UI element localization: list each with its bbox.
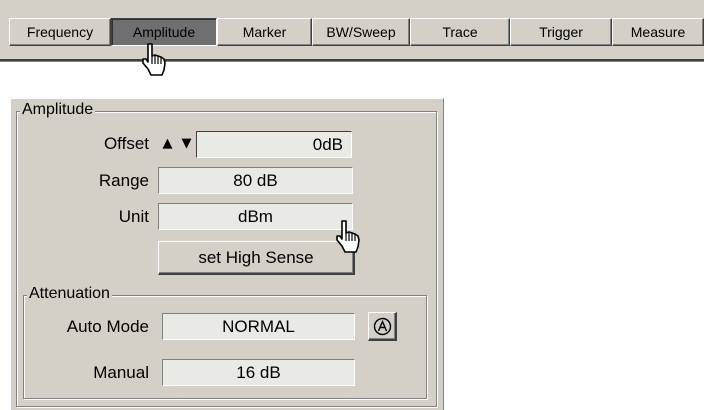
offset-field[interactable]: 0dB [196,131,352,158]
amplitude-panel: Amplitude Offset ▲ ▼ 0dB Range 80 dB Uni… [10,98,444,410]
auto-mode-field[interactable]: NORMAL [162,313,355,340]
tab-bar: Frequency Amplitude Marker BW/Sweep Trac… [0,0,704,62]
range-field[interactable]: 80 dB [158,167,353,194]
range-label: Range [98,171,149,190]
tab-marker[interactable]: Marker [217,18,312,46]
tab-frequency[interactable]: Frequency [9,18,111,46]
tab-trigger[interactable]: Trigger [510,18,612,46]
offset-down-button[interactable]: ▼ [177,131,196,156]
triangle-up-icon: ▲ [162,136,173,151]
tab-measure[interactable]: Measure [612,18,704,46]
unit-field[interactable]: dBm [158,203,353,230]
circled-a-icon [373,317,391,335]
tab-bw-sweep[interactable]: BW/Sweep [312,18,410,46]
auto-mode-toggle-button[interactable] [368,312,397,341]
triangle-down-icon: ▼ [181,136,192,151]
set-high-sense-button[interactable]: set High Sense [158,241,355,275]
manual-field[interactable]: 16 dB [162,359,355,386]
offset-label: Offset [103,134,149,153]
tab-trace[interactable]: Trace [410,18,510,46]
tab-bar-divider-shadow [0,61,704,62]
offset-up-button[interactable]: ▲ [158,131,177,156]
auto-mode-label: Auto Mode [66,317,149,336]
tab-amplitude[interactable]: Amplitude [111,18,217,46]
unit-label: Unit [118,207,149,226]
amplitude-group-title: Amplitude [20,101,96,119]
attenuation-group-title: Attenuation [27,285,112,303]
manual-label: Manual [93,363,149,382]
